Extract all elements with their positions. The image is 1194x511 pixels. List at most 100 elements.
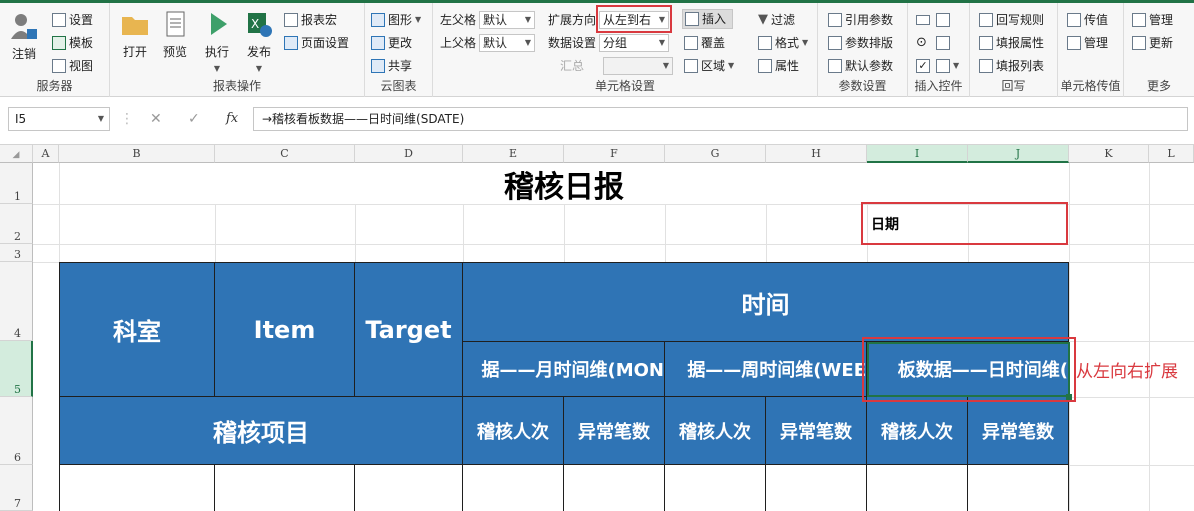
data-cell[interactable] [866, 464, 968, 511]
insert-function-button[interactable]: fx [226, 107, 238, 131]
chart-button[interactable]: 图形 ▼ [371, 10, 421, 30]
chevron-down-icon: ▼ [662, 61, 670, 70]
fill-handle[interactable] [1066, 394, 1072, 400]
logout-button[interactable]: 注销 [8, 11, 40, 62]
abnormal-count-header-3: 异常笔数 [967, 396, 1069, 465]
radio-control-button[interactable]: ⊙ [916, 33, 927, 53]
column-header-j[interactable]: J [968, 145, 1069, 163]
param-settings-group-label: 参数设置 [838, 79, 887, 93]
row-header-2[interactable]: 2 [0, 204, 33, 244]
data-cell[interactable] [664, 464, 766, 511]
summary-select[interactable]: ▼ [603, 57, 674, 75]
preview-button[interactable]: 预览 [154, 9, 196, 60]
select-all-corner[interactable]: ◢ [0, 145, 33, 163]
data-cell[interactable] [967, 464, 1069, 511]
user-icon [9, 11, 39, 41]
column-header-f[interactable]: F [564, 145, 665, 163]
summary-setting: 汇总 ▼ [560, 56, 674, 76]
fill-attr-button[interactable]: 填报属性 [979, 33, 1044, 53]
view-button[interactable]: 视图 [52, 56, 93, 76]
confirm-formula-button[interactable]: ✓ [188, 107, 200, 131]
column-header-d[interactable]: D [355, 145, 463, 163]
listbox-control-button[interactable] [936, 10, 950, 30]
gridline [1069, 465, 1194, 466]
insert-icon [685, 12, 699, 26]
column-header-k[interactable]: K [1069, 145, 1149, 163]
expand-direction-select[interactable]: 从左到右 ▼ [599, 11, 670, 29]
data-setting-select[interactable]: 分组 ▼ [599, 34, 670, 52]
row-header-6[interactable]: 6 [0, 397, 33, 465]
dept-header: 科室 [59, 262, 215, 397]
writeback-rule-button[interactable]: 回写规则 [979, 10, 1044, 30]
pass-manage-button[interactable]: 管理 [1067, 33, 1108, 53]
insert-button[interactable]: 插入 [682, 9, 734, 29]
data-cell[interactable] [765, 464, 867, 511]
column-header-l[interactable]: L [1149, 145, 1194, 163]
week-dimension-cell: 据——周时间维(WEE [664, 341, 867, 397]
data-cell[interactable] [462, 464, 564, 511]
column-header-b[interactable]: B [59, 145, 215, 163]
checkbox-control-button[interactable]: ✓ [916, 56, 930, 76]
data-cell[interactable] [214, 464, 355, 511]
audit-count-header-3: 稽核人次 [866, 396, 968, 465]
row-header-1[interactable]: 1 [0, 163, 33, 204]
update-button[interactable]: 更新 [1132, 33, 1173, 53]
template-button[interactable]: 模板 [52, 33, 93, 53]
date-label: 日期 [871, 217, 899, 233]
data-cell[interactable] [563, 464, 665, 511]
page-setup-button[interactable]: 页面设置 [284, 33, 349, 53]
date-control-icon [936, 59, 950, 73]
gridline [355, 204, 356, 262]
cell-settings-group-label: 单元格设置 [594, 79, 655, 93]
gridline [1069, 397, 1194, 398]
left-parent-setting: 左父格 默认 ▼ [440, 10, 536, 30]
execute-button[interactable]: 执行 ▼ [196, 9, 238, 74]
default-param-button[interactable]: 默认参数 [828, 56, 893, 76]
row-header-5[interactable]: 5 [0, 341, 33, 397]
format-button[interactable]: 格式 ▼ [758, 33, 808, 53]
column-header-g[interactable]: G [665, 145, 766, 163]
row-header-3[interactable]: 3 [0, 244, 33, 262]
cancel-formula-button[interactable]: ✕ [150, 107, 162, 131]
attribute-button[interactable]: 属性 [758, 56, 799, 76]
formula-input[interactable]: →稽核看板数据——日时间维(SDATE) [253, 107, 1188, 131]
column-header-i[interactable]: I [867, 145, 968, 163]
report-macro-button[interactable]: 报表宏 [284, 10, 337, 30]
date-control-button[interactable]: ▼ [936, 56, 959, 76]
column-header-c[interactable]: C [215, 145, 355, 163]
excel-publish-icon: X [244, 9, 274, 39]
row-header-4[interactable]: 4 [0, 262, 33, 341]
report-ops-group: 打开 预览 执行 ▼ X 发布 ▼ 报表宏 页面设置 报表操作 [110, 3, 365, 97]
area-icon [684, 59, 698, 73]
textbox-control-button[interactable] [916, 10, 930, 30]
chevron-down-icon: ▼ [415, 15, 422, 24]
combo-control-button[interactable] [936, 33, 950, 53]
more-manage-button[interactable]: 管理 [1132, 10, 1173, 30]
fill-list-button[interactable]: 填报列表 [979, 56, 1044, 76]
target-header: Target [354, 262, 463, 397]
ref-param-button[interactable]: 引用参数 [828, 10, 893, 30]
publish-button[interactable]: X 发布 ▼ [238, 9, 280, 74]
area-button[interactable]: 区域 ▼ [684, 56, 734, 76]
filter-icon: ▼ [758, 12, 768, 27]
settings-icon [52, 13, 66, 27]
settings-button[interactable]: 设置 [52, 10, 93, 30]
pass-value-button[interactable]: 传值 [1067, 10, 1108, 30]
change-button[interactable]: 更改 [371, 33, 412, 53]
data-cell[interactable] [59, 464, 215, 511]
name-box[interactable]: I5 ▼ [8, 107, 110, 131]
combo-control-icon [936, 36, 950, 50]
up-parent-select[interactable]: 默认 ▼ [479, 34, 536, 52]
param-layout-button[interactable]: 参数排版 [828, 33, 893, 53]
row-header-7[interactable]: 7 [0, 465, 33, 511]
left-parent-select[interactable]: 默认 ▼ [479, 11, 536, 29]
gridline [463, 204, 464, 262]
data-cell[interactable] [354, 464, 463, 511]
column-header-e[interactable]: E [463, 145, 564, 163]
column-header-h[interactable]: H [766, 145, 867, 163]
cover-button[interactable]: 覆盖 [684, 33, 725, 53]
column-header-a[interactable]: A [33, 145, 59, 163]
filter-button[interactable]: ▼ 过滤 [758, 10, 795, 30]
open-button[interactable]: 打开 [114, 9, 156, 60]
share-button[interactable]: 共享 [371, 56, 412, 76]
